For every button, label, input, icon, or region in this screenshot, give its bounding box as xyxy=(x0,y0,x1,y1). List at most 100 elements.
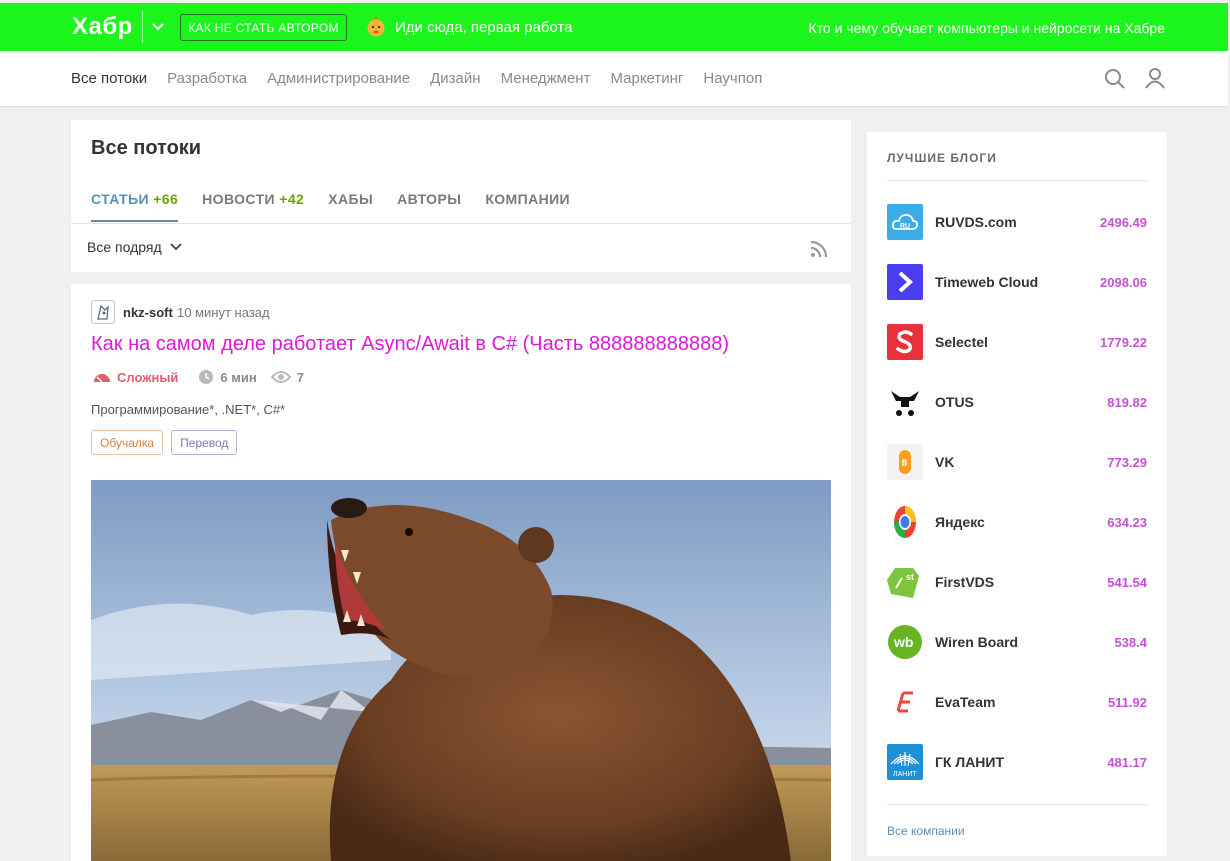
blog-item-vk[interactable]: 8 VK 773.29 xyxy=(887,444,1147,480)
difficulty-label: Сложный xyxy=(117,369,179,385)
author-avatar[interactable] xyxy=(91,300,115,324)
blog-name: RUVDS.com xyxy=(935,214,1017,230)
difficulty-badge: Сложный xyxy=(93,370,178,385)
difficulty-gauge-icon xyxy=(94,374,110,383)
feed-filter-dropdown[interactable]: Все подряд xyxy=(87,239,182,255)
blog-item-firstvds[interactable]: st FirstVDS 541.54 xyxy=(887,564,1147,600)
divider xyxy=(887,180,1147,181)
svg-text:st: st xyxy=(906,572,914,582)
habr-logo[interactable]: Хабр xyxy=(72,13,133,41)
blog-item-otus[interactable]: OTUS 819.82 xyxy=(887,384,1147,420)
chevron-down-icon xyxy=(170,243,182,251)
vk-logo-icon: 8 xyxy=(887,444,923,480)
page-title: Все потоки xyxy=(91,137,202,159)
divider xyxy=(887,804,1147,805)
blog-rating: 2496.49 xyxy=(1100,214,1147,230)
article-hubs[interactable]: Программирование*, .NET*, C#* xyxy=(91,402,285,417)
blog-rating: 819.82 xyxy=(1107,394,1147,410)
blog-item-wirenboard[interactable]: wb Wiren Board 538.4 xyxy=(887,624,1147,660)
blog-item-ruvds[interactable]: RU RUVDS.com 2496.49 xyxy=(887,204,1147,240)
filter-label: Все подряд xyxy=(87,239,162,255)
eye-icon xyxy=(270,371,291,383)
feed-header-card: Все потоки СТАТЬИ +66 НОВОСТИ +42 ХАБЫ АВТО… xyxy=(71,120,851,272)
feed-tabs: СТАТЬИ +66 НОВОСТИ +42 ХАБЫ АВТОРЫ КОМПАНИИ xyxy=(91,191,594,222)
svg-text:RU: RU xyxy=(900,223,910,230)
tab-label: КОМПАНИИ xyxy=(485,191,571,207)
nav-item[interactable]: Администрирование xyxy=(267,70,410,87)
tab-2[interactable]: ХАБЫ xyxy=(328,191,373,222)
tab-count: +66 xyxy=(153,191,179,207)
wirenboard-logo-icon: wb xyxy=(887,624,923,660)
blog-name: Wiren Board xyxy=(935,634,1019,650)
tab-3[interactable]: АВТОРЫ xyxy=(397,191,461,222)
tab-label: НОВОСТИ xyxy=(202,191,275,207)
nav-item[interactable]: Все потоки xyxy=(71,70,147,87)
divider xyxy=(71,223,851,224)
search-icon[interactable] xyxy=(1104,68,1126,90)
article-cover-image[interactable] xyxy=(91,480,831,861)
ai-training-promo-link[interactable]: Кто и чему обучает компьютеры и нейросет… xyxy=(809,20,1165,36)
blog-name: FirstVDS xyxy=(935,574,995,590)
nav-item[interactable]: Разработка xyxy=(167,70,247,87)
blog-rating: 634.23 xyxy=(1107,514,1147,530)
blog-rating: 538.4 xyxy=(1114,634,1147,650)
tab-label: АВТОРЫ xyxy=(397,191,462,207)
timeweb-logo-icon xyxy=(887,264,923,300)
nav-item[interactable]: Менеджмент xyxy=(501,70,591,87)
label-translation[interactable]: Перевод xyxy=(171,430,238,455)
svg-text:ЛАНИТ: ЛАНИТ xyxy=(893,771,917,778)
blog-name: OTUS xyxy=(935,394,974,410)
blog-rating: 541.54 xyxy=(1107,574,1147,590)
rss-icon[interactable] xyxy=(809,239,829,259)
blog-name: Timeweb Cloud xyxy=(935,274,1039,290)
clock-icon xyxy=(199,370,214,384)
views-count: 7 xyxy=(270,369,304,385)
label-education[interactable]: Обучалка xyxy=(91,430,164,455)
article-title-link[interactable]: Как на самом деле работает Async/Await в… xyxy=(91,333,729,356)
blog-item-evateam[interactable]: EvaTeam 511.92 xyxy=(887,684,1147,720)
svg-text:wb: wb xyxy=(893,634,913,650)
blog-rating: 1779.22 xyxy=(1100,334,1147,350)
blog-name: Selectel xyxy=(935,334,988,350)
author-name-link[interactable]: nkz-soft xyxy=(123,305,173,320)
reading-time-label: 6 мин xyxy=(220,369,257,385)
nav-item[interactable]: Дизайн xyxy=(430,70,480,87)
blog-item-lanit[interactable]: ЛАНИТ ГК ЛАНИТ 481.17 xyxy=(887,744,1147,780)
blog-name: EvaTeam xyxy=(935,694,996,710)
selectel-logo-icon xyxy=(887,324,923,360)
article-card: nkz-soft 10 минут назад Как на самом дел… xyxy=(71,284,851,861)
blog-item-timeweb[interactable]: Timeweb Cloud 2098.06 xyxy=(887,264,1147,300)
publish-time: 10 минут назад xyxy=(177,305,270,320)
otus-logo-icon xyxy=(887,384,923,420)
nav-item[interactable]: Маркетинг xyxy=(610,70,683,87)
nav-flows: Все потоки Разработка Администрирование Диз… xyxy=(71,70,782,87)
tab-1[interactable]: НОВОСТИ +42 xyxy=(202,191,304,222)
blog-item-yandex[interactable]: Яндекс 634.23 xyxy=(887,504,1147,540)
views-label: 7 xyxy=(296,369,304,385)
blog-name: Яндекс xyxy=(935,514,985,530)
nav-item[interactable]: Научпоп xyxy=(703,70,762,87)
firstvds-logo-icon: st xyxy=(887,564,923,600)
blog-name: ГК ЛАНИТ xyxy=(935,754,1005,770)
tab-4[interactable]: КОМПАНИИ xyxy=(485,191,570,222)
svg-text:8: 8 xyxy=(902,458,908,469)
blog-rating: 773.29 xyxy=(1107,454,1147,470)
user-profile-icon[interactable] xyxy=(1144,67,1166,89)
blog-rating: 481.17 xyxy=(1107,754,1147,770)
ruvds-logo-icon: RU xyxy=(887,204,923,240)
best-blogs-sidebar: ЛУЧШИЕ БЛОГИ RU RUVDS.com 2496.49 Timewe… xyxy=(867,132,1167,856)
reading-time: 6 мин xyxy=(198,369,257,385)
chevron-down-icon[interactable] xyxy=(142,11,172,43)
tab-label: СТАТЬИ xyxy=(91,191,149,207)
baby-emoji-icon xyxy=(366,16,386,38)
article-meta: Сложный 6 мин 7 xyxy=(93,369,304,385)
blog-rating: 511.92 xyxy=(1107,694,1147,710)
main-navigation: Все потоки Разработка Администрирование Диз… xyxy=(0,51,1228,107)
all-companies-link[interactable]: Все компании xyxy=(887,824,965,838)
tab-count: +42 xyxy=(279,191,305,207)
tab-0[interactable]: СТАТЬИ +66 xyxy=(91,191,179,222)
yandex-browser-logo-icon xyxy=(887,504,923,540)
blog-item-selectel[interactable]: Selectel 1779.22 xyxy=(887,324,1147,360)
first-job-promo-link[interactable]: Иди сюда, первая работа xyxy=(395,19,573,36)
how-not-to-become-author-button[interactable]: КАК НЕ СТАТЬ АВТОРОМ xyxy=(180,14,347,41)
